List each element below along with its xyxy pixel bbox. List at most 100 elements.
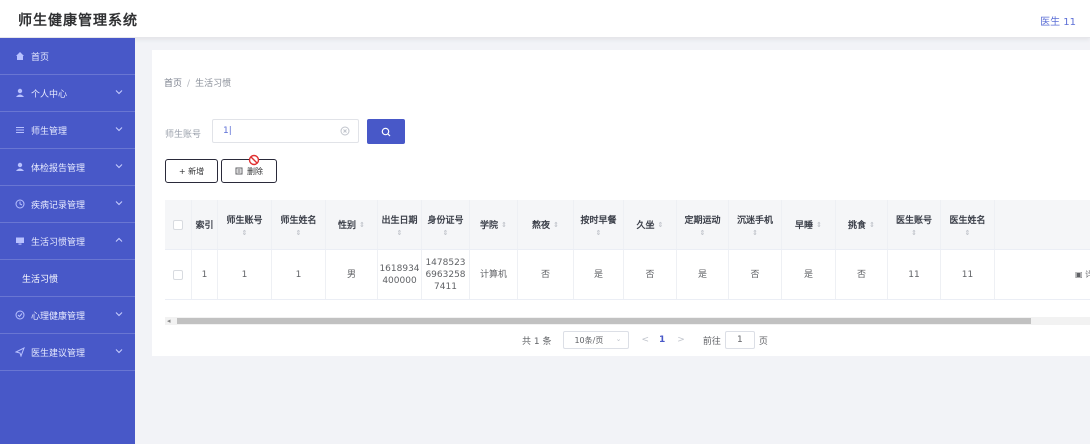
table-cell: 是 (574, 250, 624, 299)
table-cell: 男 (326, 250, 378, 299)
sidebar-item-label: 疾病记录管理 (31, 200, 86, 211)
sort-icon[interactable]: ⇕ (965, 229, 971, 237)
table-cell: 计算机 (470, 250, 518, 299)
user-label[interactable]: 医生 11 (1040, 13, 1076, 28)
sort-icon[interactable]: ⇕ (501, 221, 507, 229)
chevron-down-icon (115, 349, 123, 354)
content-panel: 师生账号 1| + 新增 删除 索引 师生账号 ⇕ 师生姓名 ⇕ 性别 ⇕ 出生日期 ⇕… (152, 104, 1090, 356)
column-header[interactable]: 熬夜 ⇕ (518, 200, 574, 249)
column-header[interactable]: 医生账号 ⇕ (888, 200, 941, 249)
sidebar-item-physical-report[interactable]: 体检报告管理 (0, 149, 135, 186)
sidebar-item-lifestyle[interactable]: 生活习惯管理 (0, 223, 135, 260)
column-header[interactable]: 性别 ⇕ (326, 200, 378, 249)
sidebar-item-doctor-advice[interactable]: 医生建议管理 (0, 334, 135, 371)
sort-icon[interactable]: ⇕ (596, 229, 602, 237)
column-header[interactable]: 师生姓名 ⇕ (272, 200, 326, 249)
table-cell: 1478523 6963258 7411 (422, 250, 470, 299)
table-cell: 否 (729, 250, 782, 299)
column-header-actions (995, 200, 1090, 249)
table-cell: 1618934 400000 (378, 250, 422, 299)
prev-page-button[interactable]: < (641, 335, 649, 345)
document-icon: ▣ (1075, 269, 1086, 279)
pagination: 共 1 条 10条/页 ⌄ < 1 > 前往 1 页 (522, 331, 768, 349)
user-icon (16, 88, 24, 97)
sidebar-item-teacher-student[interactable]: 师生管理 (0, 112, 135, 149)
sort-icon[interactable]: ⇕ (359, 221, 365, 229)
sort-icon[interactable]: ⇕ (242, 229, 248, 237)
sidebar-item-home[interactable]: 首页 (0, 38, 135, 75)
breadcrumb-home[interactable]: 首页 (164, 79, 182, 89)
clear-icon[interactable] (340, 126, 350, 136)
add-button[interactable]: + 新增 (165, 159, 218, 183)
pagination-total: 共 1 条 (522, 336, 552, 347)
sidebar-item-disease-record[interactable]: 疾病记录管理 (0, 186, 135, 223)
sidebar: 首页 个人中心 师生管理 体检报告管理 疾病记录管理 生活习惯管理 生活习惯 心… (0, 38, 135, 444)
home-icon (16, 52, 24, 60)
column-header[interactable]: 按时早餐 ⇕ (574, 200, 624, 249)
chevron-down-icon (115, 90, 123, 95)
page-number-current[interactable]: 1 (659, 335, 665, 345)
column-header[interactable]: 医生姓名 ⇕ (941, 200, 995, 249)
column-header[interactable]: 沉迷手机 ⇕ (729, 200, 782, 249)
send-icon (15, 347, 25, 357)
column-header[interactable]: 定期运动 ⇕ (677, 200, 729, 249)
sort-icon[interactable]: ⇕ (397, 229, 403, 237)
column-header[interactable]: 久坐 ⇕ (624, 200, 677, 249)
sidebar-subitem-lifestyle[interactable]: 生活习惯 (0, 260, 135, 297)
table-cell: 11 (888, 250, 941, 299)
column-header[interactable]: 出生日期 ⇕ (378, 200, 422, 249)
document-icon (235, 167, 243, 175)
breadcrumb-separator: / (187, 79, 191, 89)
sidebar-item-label: 个人中心 (31, 89, 68, 100)
goto-page-input[interactable]: 1 (724, 331, 755, 349)
next-page-button[interactable]: > (677, 335, 685, 345)
table-cell: 1 (218, 250, 272, 299)
table-cell: 1 (272, 250, 326, 299)
horizontal-scrollbar[interactable]: ◂ (165, 317, 1090, 325)
clock-icon (15, 199, 25, 209)
sort-icon[interactable]: ⇕ (816, 221, 822, 229)
page-size-select[interactable]: 10条/页 ⌄ (563, 331, 630, 349)
user-icon (16, 162, 24, 171)
sort-icon[interactable]: ⇕ (553, 221, 559, 229)
breadcrumb-panel: 首页 / 生活习惯 (152, 50, 1090, 104)
sort-icon[interactable]: ⇕ (911, 229, 917, 237)
select-all-checkbox[interactable] (173, 219, 183, 230)
sort-icon[interactable]: ⇕ (443, 229, 449, 237)
column-header[interactable]: 挑食 ⇕ (836, 200, 888, 249)
column-header[interactable]: 学院 ⇕ (470, 200, 518, 249)
column-header[interactable]: 师生账号 ⇕ (218, 200, 272, 249)
breadcrumb-current: 生活习惯 (195, 79, 232, 89)
sort-icon[interactable]: ⇕ (700, 229, 706, 237)
column-header[interactable]: 索引 (192, 200, 218, 249)
sidebar-item-mental-health[interactable]: 心理健康管理 (0, 297, 135, 334)
sort-icon[interactable]: ⇕ (658, 221, 664, 229)
table-cell: 否 (624, 250, 677, 299)
scrollbar-thumb[interactable] (177, 318, 1031, 324)
row-select[interactable] (165, 250, 192, 299)
table-header: 索引 师生账号 ⇕ 师生姓名 ⇕ 性别 ⇕ 出生日期 ⇕ 身份证号 ⇕ 学院 ⇕ 熬夜 ⇕ 按… (165, 200, 1090, 250)
header-select-all[interactable] (165, 200, 192, 249)
search-input-value: 1| (223, 126, 232, 136)
column-header[interactable]: 身份证号 ⇕ (422, 200, 470, 249)
table-row[interactable]: 1 1 1 男 1618934 400000 1478523 6963258 7411… (165, 250, 1090, 300)
sort-icon[interactable]: ⇕ (752, 229, 758, 237)
scroll-left-arrow-icon[interactable]: ◂ (167, 317, 171, 325)
sort-icon[interactable]: ⇕ (296, 229, 302, 237)
sidebar-item-label: 体检报告管理 (31, 163, 86, 174)
delete-button[interactable]: 删除 (221, 154, 277, 183)
sidebar-item-personal-center[interactable]: 个人中心 (0, 75, 135, 112)
top-bar: 师生健康管理系统 医生 11 (0, 0, 1090, 38)
table-cell: 是 (782, 250, 836, 299)
search-input[interactable]: 1| (212, 119, 359, 143)
search-button[interactable] (367, 119, 405, 144)
sort-icon[interactable]: ⇕ (869, 221, 875, 229)
chevron-down-icon (115, 127, 123, 132)
sidebar-item-label: 心理健康管理 (31, 311, 86, 322)
sidebar-item-label: 生活习惯 (22, 274, 59, 285)
column-header[interactable]: 早睡 ⇕ (782, 200, 836, 249)
detail-button[interactable]: ▣ 详 (1075, 269, 1090, 281)
check-circle-icon (15, 310, 25, 320)
table-cell: 11 (941, 250, 995, 299)
row-checkbox[interactable] (173, 269, 183, 280)
